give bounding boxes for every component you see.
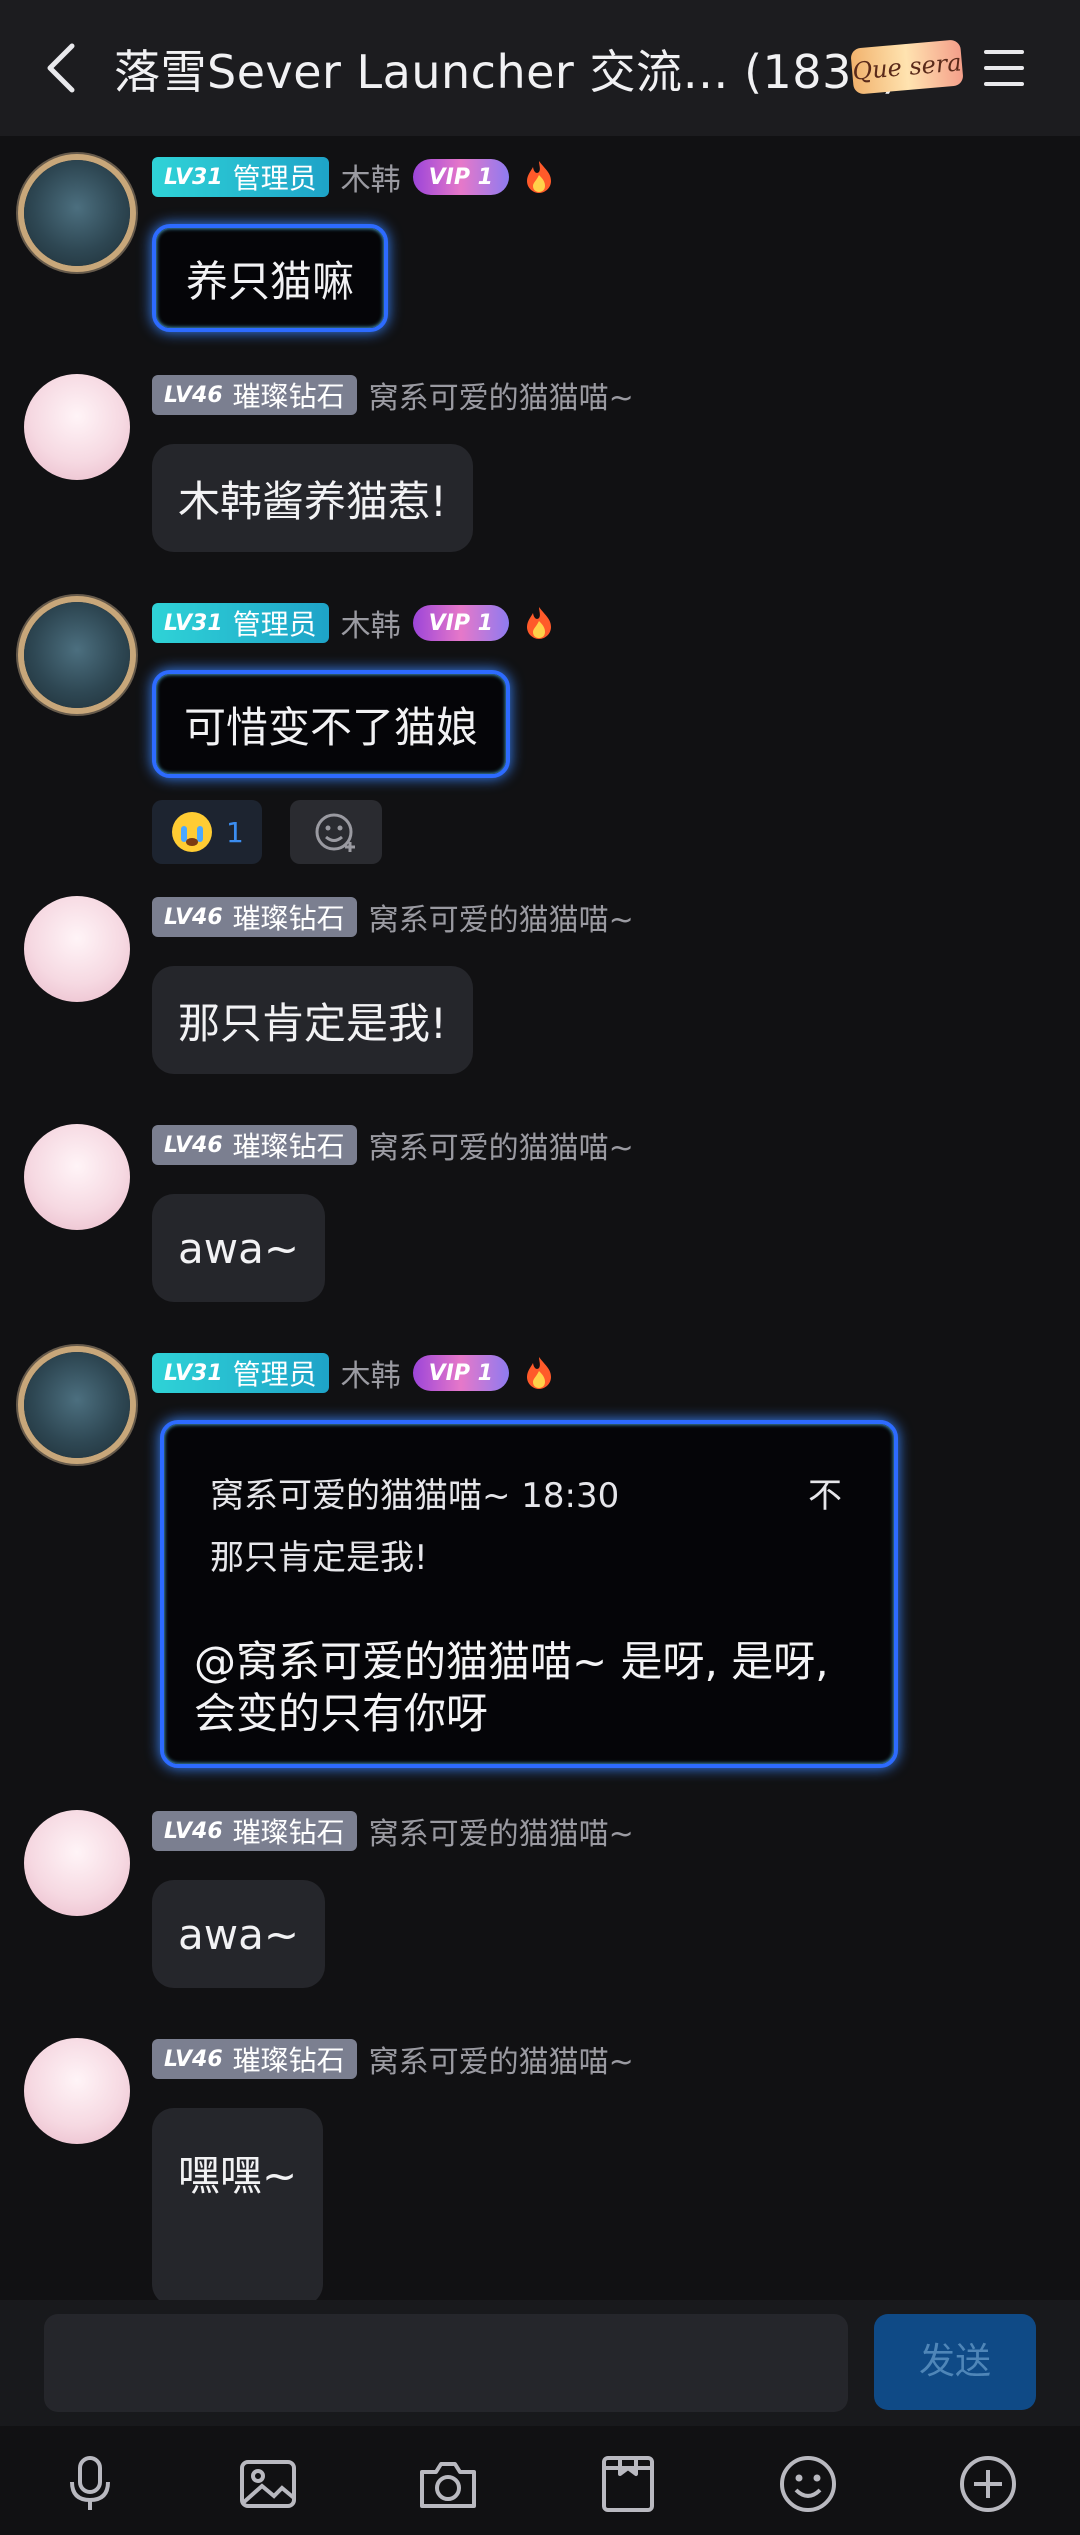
back-icon[interactable] xyxy=(36,40,92,96)
avatar[interactable] xyxy=(24,1124,130,1230)
sender-name[interactable]: 窝系可爱的猫猫喵~ xyxy=(369,895,634,939)
input-toolbar xyxy=(0,2426,1080,2535)
level-badge: LV46 璀璨钻石 xyxy=(152,1125,357,1165)
message-meta: LV46 璀璨钻石 窝系可爱的猫猫喵~ xyxy=(152,374,634,416)
reply-text[interactable]: @窝系可爱的猫猫喵~ 是呀, 是呀, 会变的只有你呀 xyxy=(194,1636,854,1740)
reply-bubble[interactable]: 窝系可爱的猫猫喵~ 18:30 不 那只肯定是我! @窝系可爱的猫猫喵~ 是呀,… xyxy=(160,1420,898,1768)
vip-badge: VIP 1 xyxy=(412,1355,509,1391)
level-badge: LV31 管理员 xyxy=(152,157,329,197)
message-bubble[interactable]: 那只肯定是我! xyxy=(152,966,473,1074)
add-emoji-icon xyxy=(315,813,355,852)
message-bubble[interactable]: 养只猫嘛 xyxy=(152,224,389,332)
image-icon[interactable] xyxy=(236,2452,300,2516)
sender-name[interactable]: 窝系可爱的猫猫喵~ xyxy=(369,1809,634,1853)
quote-header[interactable]: 窝系可爱的猫猫喵~ 18:30 xyxy=(210,1468,619,1517)
level-badge: LV31 管理员 xyxy=(152,603,329,643)
message-meta: LV31 管理员 木韩 VIP 1 xyxy=(152,1352,557,1394)
header: 落雪Sever Launcher 交流… (1835) Que sera xyxy=(0,0,1080,136)
message-meta: LV31 管理员 木韩 VIP 1 xyxy=(152,156,557,198)
sender-name[interactable]: 窝系可爱的猫猫喵~ xyxy=(369,373,634,417)
level-badge: LV46 璀璨钻石 xyxy=(152,1811,357,1851)
avatar[interactable] xyxy=(24,374,130,480)
que-sera-badge: Que sera xyxy=(850,39,964,95)
avatar[interactable] xyxy=(24,896,130,1002)
quote-collapse-icon[interactable]: 不 xyxy=(808,1468,842,1517)
message-meta: LV46 璀璨钻石 窝系可爱的猫猫喵~ xyxy=(152,2038,634,2080)
chat-title[interactable]: 落雪Sever Launcher 交流… (1835) xyxy=(114,36,900,102)
message-bubble[interactable]: awa~ xyxy=(152,1194,326,1302)
reaction-count: 1 xyxy=(226,815,244,849)
sender-name[interactable]: 窝系可爱的猫猫喵~ xyxy=(369,1123,634,1167)
message-meta: LV46 璀璨钻石 窝系可爱的猫猫喵~ xyxy=(152,1810,634,1852)
message-bubble[interactable]: 木韩酱养猫惹! xyxy=(152,444,473,552)
quoted-text[interactable]: 那只肯定是我! xyxy=(210,1530,428,1579)
flame-icon xyxy=(526,1357,551,1389)
add-reaction-button[interactable] xyxy=(290,800,382,864)
vip-badge: VIP 1 xyxy=(412,159,509,195)
avatar[interactable] xyxy=(24,2038,130,2144)
message-meta: LV46 璀璨钻石 窝系可爱的猫猫喵~ xyxy=(152,1124,634,1166)
send-button[interactable]: 发送 xyxy=(874,2314,1036,2410)
reaction-chip[interactable]: 1 xyxy=(152,800,262,864)
microphone-icon[interactable] xyxy=(58,2452,122,2516)
avatar[interactable] xyxy=(24,160,130,266)
crying-emoji-icon xyxy=(172,812,212,852)
sender-name[interactable]: 木韩 xyxy=(341,601,401,645)
message-meta: LV46 璀璨钻石 窝系可爱的猫猫喵~ xyxy=(152,896,634,938)
level-badge: LV31 管理员 xyxy=(152,1353,329,1393)
sender-name[interactable]: 木韩 xyxy=(341,1351,401,1395)
gift-icon[interactable] xyxy=(596,2452,660,2516)
vip-badge: VIP 1 xyxy=(412,605,509,641)
sender-name[interactable]: 木韩 xyxy=(341,155,401,199)
menu-icon[interactable] xyxy=(980,44,1028,92)
message-bubble[interactable]: 可惜变不了猫娘 xyxy=(152,670,511,778)
message-meta: LV31 管理员 木韩 VIP 1 xyxy=(152,602,557,644)
input-bar: 发送 xyxy=(0,2300,1080,2426)
avatar[interactable] xyxy=(24,1352,130,1458)
flame-icon xyxy=(526,161,551,193)
message-bubble[interactable]: 嘿嘿~ xyxy=(152,2108,324,2306)
camera-icon[interactable] xyxy=(416,2452,480,2516)
flame-icon xyxy=(526,607,551,639)
avatar[interactable] xyxy=(24,1810,130,1916)
plus-icon[interactable] xyxy=(956,2452,1020,2516)
level-badge: LV46 璀璨钻石 xyxy=(152,2039,357,2079)
level-badge: LV46 璀璨钻石 xyxy=(152,375,357,415)
avatar[interactable] xyxy=(24,602,130,708)
sender-name[interactable]: 窝系可爱的猫猫喵~ xyxy=(369,2037,634,2081)
level-badge: LV46 璀璨钻石 xyxy=(152,897,357,937)
message-bubble[interactable]: awa~ xyxy=(152,1880,326,1988)
emoji-icon[interactable] xyxy=(776,2452,840,2516)
message-input[interactable] xyxy=(44,2314,848,2412)
